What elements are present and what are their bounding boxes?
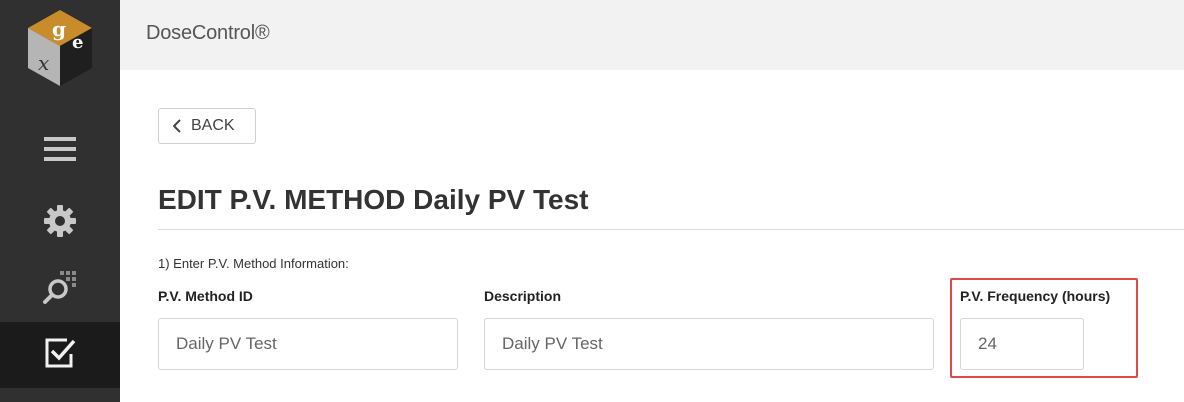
frequency-field[interactable]	[960, 318, 1084, 370]
svg-text:x: x	[38, 51, 49, 75]
svg-text:g: g	[52, 17, 66, 41]
title-divider	[158, 229, 1184, 230]
menu-icon	[44, 136, 76, 167]
gear-icon	[43, 204, 77, 243]
sidebar-settings-button[interactable]	[0, 190, 120, 256]
sidebar-checklist-button[interactable]	[0, 322, 120, 388]
search-grid-icon	[42, 269, 78, 310]
method-id-field[interactable]	[158, 318, 458, 370]
back-button[interactable]: BACK	[158, 108, 256, 144]
checkbox-icon	[43, 336, 77, 375]
svg-text:e: e	[72, 32, 83, 53]
gex-logo[interactable]: g e x	[22, 6, 98, 92]
description-field[interactable]	[484, 318, 934, 370]
section-label: 1) Enter P.V. Method Information:	[158, 256, 349, 271]
chevron-left-icon	[173, 119, 181, 133]
back-button-label: BACK	[191, 117, 235, 134]
page-title: EDIT P.V. METHOD Daily PV Test	[158, 184, 589, 215]
top-bar: DoseControl®	[120, 0, 1184, 70]
frequency-label: P.V. Frequency (hours)	[960, 288, 1111, 304]
sidebar: g e x	[0, 0, 120, 402]
sidebar-menu-button[interactable]	[0, 118, 120, 184]
sidebar-search-button[interactable]	[0, 256, 120, 322]
app-brand: DoseControl®	[146, 22, 270, 44]
description-label: Description	[484, 288, 562, 304]
method-id-label: P.V. Method ID	[158, 288, 253, 304]
